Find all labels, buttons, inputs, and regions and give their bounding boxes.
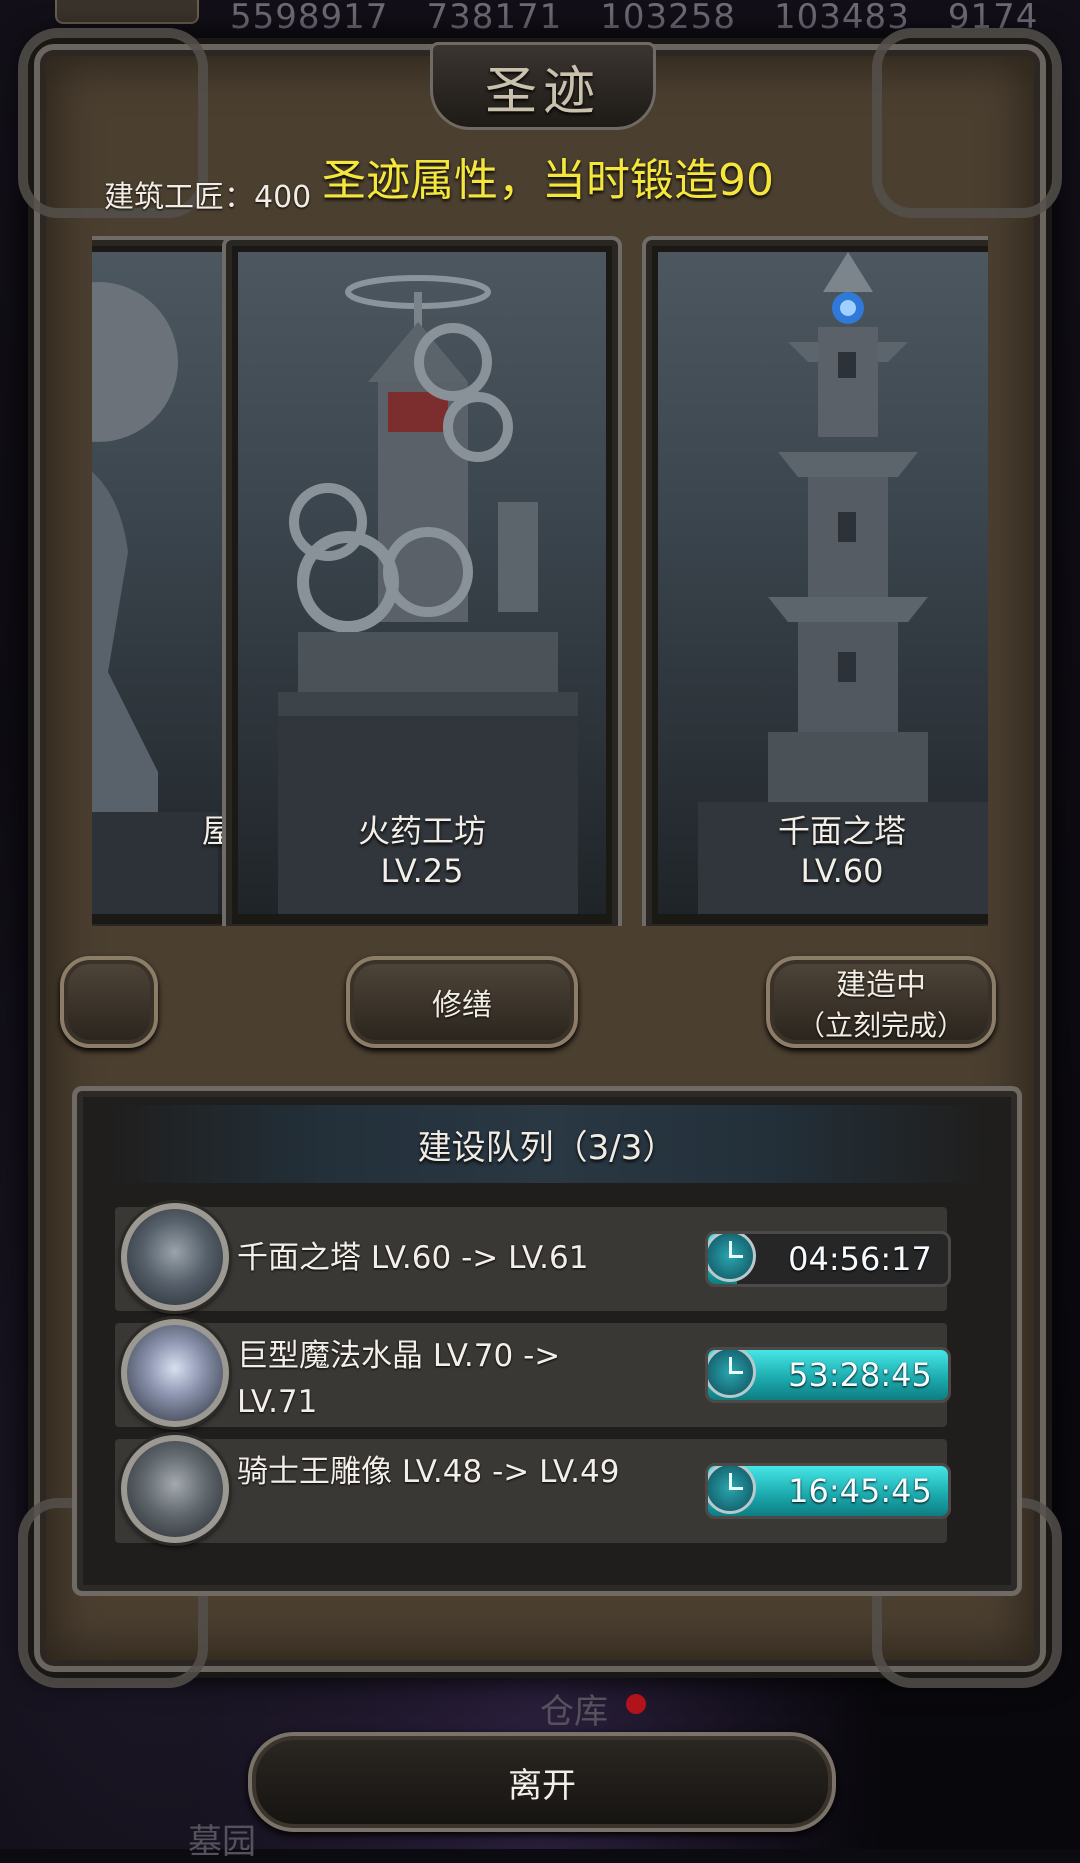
repair-button[interactable]: 修缮 <box>346 956 578 1048</box>
repair-button-label: 修缮 <box>432 988 492 1023</box>
construction-queue: 建设队列（3/3） 千面之塔 LV.60 -> LV.61 04:56:17 巨… <box>72 1086 1022 1596</box>
partial-card-button[interactable] <box>60 956 158 1048</box>
queue-row[interactable]: 巨型魔法水晶 LV.70 -> LV.71 53:28:45 <box>115 1319 951 1427</box>
building-name: 屋 <box>201 812 234 850</box>
annotation-overlay: 圣迹属性，当时锻造90 <box>322 155 774 206</box>
resource-value: 103483 <box>774 0 910 36</box>
leave-button-label: 离开 <box>508 1765 576 1806</box>
clock-icon <box>708 1350 756 1398</box>
building-card[interactable]: 屋 <box>92 236 242 926</box>
timer-bar[interactable]: 53:28:45 <box>705 1347 951 1403</box>
timer-bar[interactable]: 04:56:17 <box>705 1231 951 1287</box>
building-in-progress-button[interactable]: 建造中 （立刻完成） <box>766 956 996 1048</box>
top-left-frame-fragment <box>55 0 199 24</box>
building-card-thousand-face-tower[interactable]: 千面之塔 LV.60 <box>642 236 988 926</box>
queue-row[interactable]: 骑士王雕像 LV.48 -> LV.49 16:45:45 <box>115 1435 951 1543</box>
building-name: 千面之塔 <box>777 812 906 850</box>
warehouse-label: 仓库 <box>540 1692 608 1732</box>
timer-text: 53:28:45 <box>788 1356 932 1394</box>
timer-text: 04:56:17 <box>788 1240 932 1278</box>
tower-icon <box>121 1203 229 1311</box>
queue-row-text: 巨型魔法水晶 LV.70 -> LV.71 <box>237 1338 561 1420</box>
crystal-icon <box>121 1319 229 1427</box>
cemetery-label: 墓园 <box>188 1822 256 1862</box>
queue-title: 建设队列（3/3） <box>417 1127 677 1168</box>
notification-dot <box>626 1694 646 1714</box>
queue-row-text: 千面之塔 LV.60 -> LV.61 <box>237 1240 589 1276</box>
queue-row[interactable]: 千面之塔 LV.60 -> LV.61 04:56:17 <box>115 1203 951 1311</box>
building-level: LV.25 <box>380 852 464 890</box>
clock-icon <box>708 1234 756 1282</box>
resource-value: 738171 <box>426 0 563 36</box>
title-plate: 圣迹 <box>430 42 656 130</box>
page-title: 圣迹 <box>484 61 601 122</box>
resource-value: 5598917 <box>230 0 389 36</box>
leave-button[interactable]: 离开 <box>248 1732 836 1832</box>
timer-text: 16:45:45 <box>788 1472 932 1510</box>
statue-icon <box>121 1435 229 1543</box>
finish-now-label: （立刻完成） <box>796 1009 965 1042</box>
building-carousel[interactable]: 屋 火药工坊 LV.25 千面之塔 LV.60 <box>92 236 988 926</box>
building-card-gunpowder-workshop[interactable]: 火药工坊 LV.25 <box>222 236 622 926</box>
building-name: 火药工坊 <box>357 812 486 850</box>
building-level: LV.60 <box>800 852 884 890</box>
queue-row-text: 骑士王雕像 LV.48 -> LV.49 <box>237 1454 620 1490</box>
resource-value: 103258 <box>600 0 737 36</box>
building-status-label: 建造中 <box>836 968 926 1003</box>
builder-count: 建筑工匠：400 <box>104 180 312 215</box>
clock-icon <box>708 1466 756 1514</box>
dragon-frame-ornament <box>872 28 1062 218</box>
timer-bar[interactable]: 16:45:45 <box>705 1463 951 1519</box>
queue-header: 建设队列（3/3） <box>107 1105 987 1183</box>
